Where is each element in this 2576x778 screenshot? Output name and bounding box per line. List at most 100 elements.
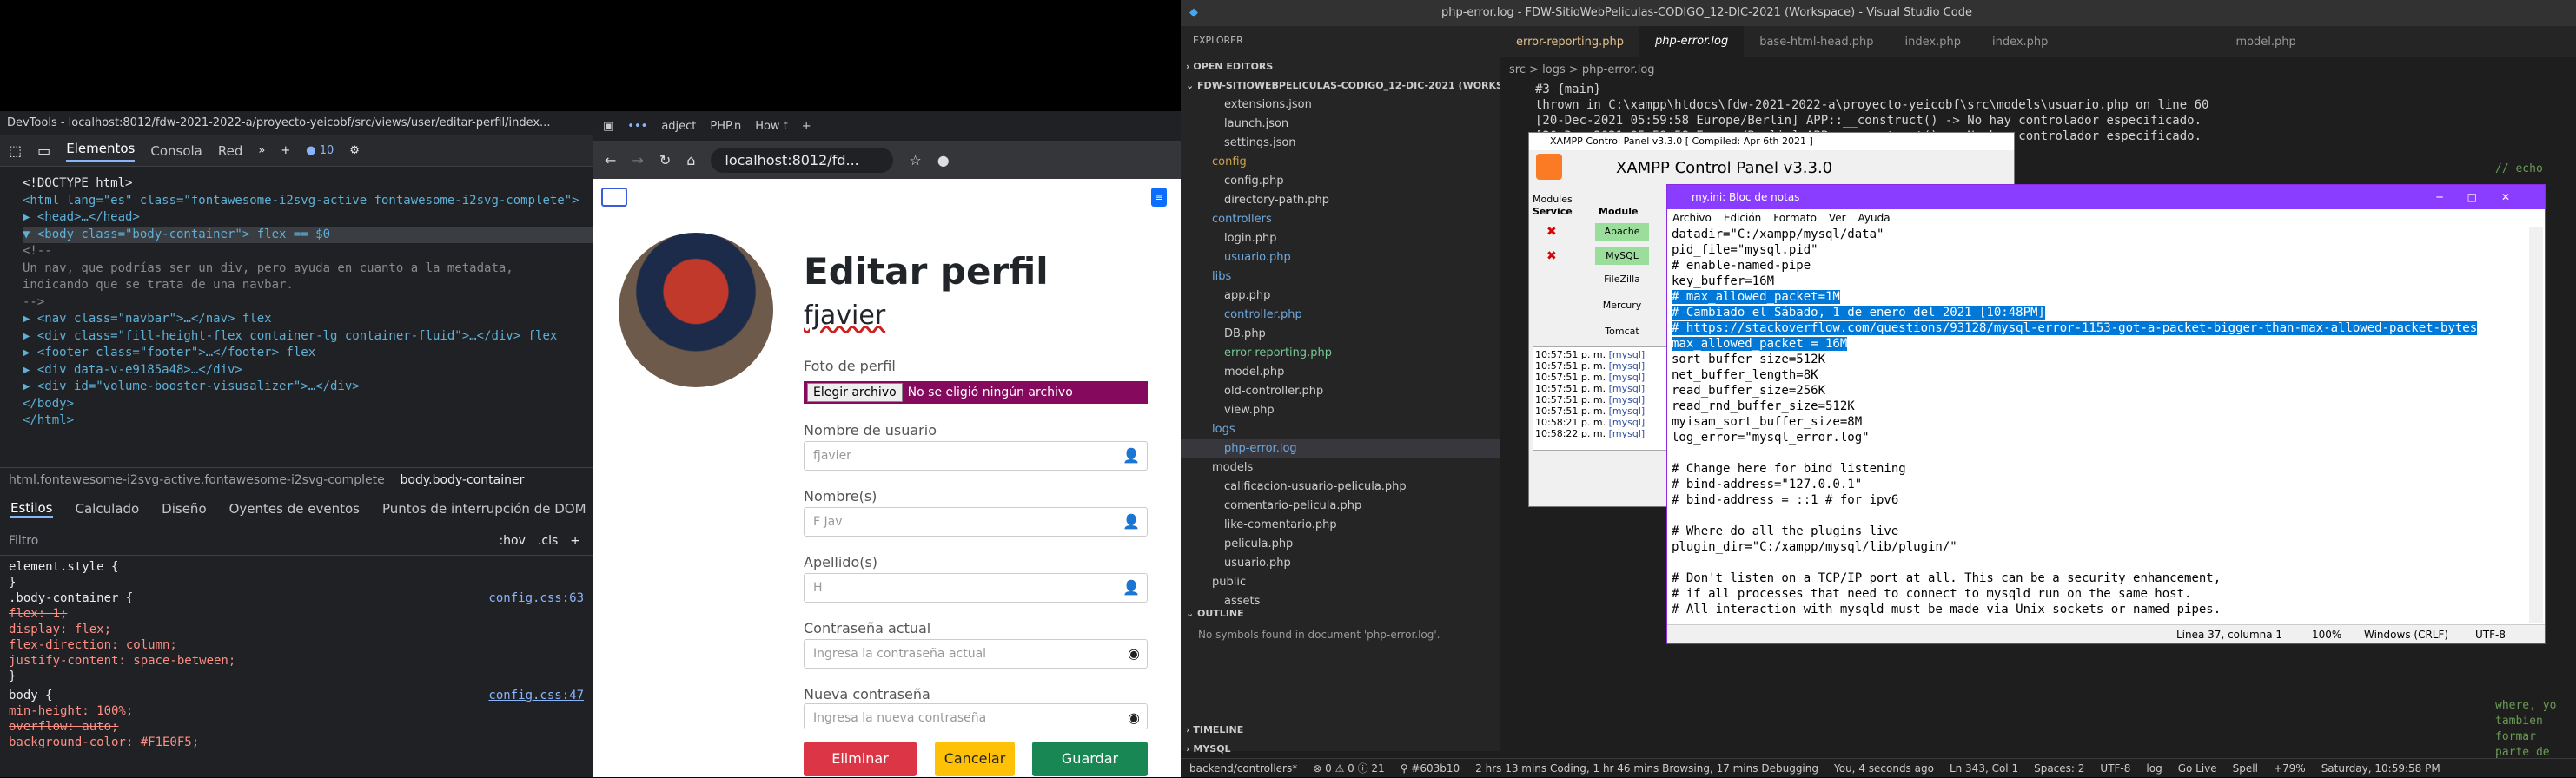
status-item[interactable]: Spell [2233,759,2258,777]
style-line[interactable]: background-color: #F1E0F5; [9,735,584,750]
notepad-text-area[interactable]: datadir="C:/xampp/mysql/data" pid_file="… [1667,227,2527,623]
dom-line[interactable]: </html> [23,412,593,430]
service-x-icon[interactable]: ✖ [1546,225,1557,239]
hov-toggle[interactable]: :hov [499,534,525,548]
new-rule-icon[interactable]: + [570,534,580,548]
menu-archivo[interactable]: Archivo [1672,209,1712,227]
new-password-input[interactable]: Ingresa la nueva contraseña ◉ [804,703,1148,729]
dom-line[interactable]: ▶ <head>…</head> [23,209,593,227]
editor-tab-active[interactable]: php-error.log [1639,26,1745,57]
current-password-input[interactable]: Ingresa la contraseña actual ◉ [804,639,1148,669]
choose-file-button[interactable]: Elegir archivo [807,383,903,402]
window-controls[interactable]: ─□✕ [2436,185,2534,209]
tree-folder[interactable]: models [1212,458,1253,478]
status-item[interactable]: 2 hrs 13 mins Coding, 1 hr 46 mins Brows… [1475,759,1818,777]
forward-icon[interactable]: → [632,152,643,168]
tab-styles[interactable]: Estilos [10,500,53,518]
mysql-section[interactable]: › MYSQL [1186,740,1231,759]
editor-tab[interactable]: model.php [2220,36,2311,49]
tree-item[interactable]: pelicula.php [1224,535,1293,554]
status-item[interactable]: ⊗ 0 ⚠ 0 ⓘ 21 [1313,759,1384,777]
hamburger-menu-icon[interactable]: ≡ [1151,188,1167,207]
tree-item[interactable]: old-controller.php [1224,382,1323,401]
dom-line-selected[interactable]: ▼ <body class="body-container"> flex == … [23,226,593,243]
editor-tab[interactable]: error-reporting.php [1500,36,1639,49]
browser-tab[interactable]: How t [755,120,788,133]
navbar-logo[interactable] [601,188,627,207]
dom-line[interactable]: ▶ <div data-v-e9185a48>…</div> [23,362,593,379]
style-line[interactable]: overflow: auto; [9,719,584,735]
browser-tab[interactable]: ••• [627,120,647,133]
style-line[interactable]: min-height: 100%; [9,703,584,719]
tab-computed[interactable]: Calculado [76,501,140,517]
inspect-icon[interactable]: ⬚ [9,142,22,159]
style-line[interactable]: display: flex; [9,622,584,637]
dom-line[interactable]: <html lang="es" class="fontawesome-i2svg… [23,193,593,210]
cancel-button[interactable]: Cancelar [935,742,1015,776]
style-source-link[interactable]: config.css:47 [488,688,584,703]
tree-folder[interactable]: public [1212,573,1246,592]
dom-line[interactable]: <!-- [23,243,593,260]
device-icon[interactable]: ▭ [37,142,50,159]
breadcrumb-html[interactable]: html.fontawesome-i2svg-active.fontawesom… [9,473,385,487]
open-editors-section[interactable]: › OPEN EDITORS [1186,57,1273,76]
dom-line[interactable]: </body> [23,396,593,413]
cls-toggle[interactable]: .cls [538,534,558,548]
tree-item[interactable]: extensions.json [1224,96,1312,115]
menu-edicion[interactable]: Edición [1724,209,1761,227]
browser-tab[interactable]: PHP.n [710,120,741,133]
tree-item-active[interactable]: php-error.log [1181,439,1500,458]
firstname-input[interactable]: F Jav 👤 [804,507,1148,537]
dom-line[interactable]: ▶ <div id="volume-booster-visusalizer">…… [23,379,593,396]
tree-item[interactable]: usuario.php [1224,554,1291,573]
tree-folder[interactable]: libs [1212,267,1231,287]
reload-icon[interactable]: ↻ [659,152,671,168]
status-item[interactable]: You, 4 seconds ago [1834,759,1934,777]
tab-elements[interactable]: Elementos [66,141,136,162]
lastname-input[interactable]: H 👤 [804,573,1148,603]
favorites-icon[interactable]: ☆ [909,152,921,168]
profile-icon[interactable]: ● [937,152,950,168]
dom-line[interactable]: <!DOCTYPE html> [23,175,593,193]
tree-item[interactable]: usuario.php [1224,248,1291,267]
tree-item[interactable]: view.php [1224,401,1275,420]
save-button[interactable]: Guardar [1032,742,1148,776]
breadcrumb-body[interactable]: body.body-container [401,473,525,487]
tree-folder[interactable]: logs [1212,420,1235,439]
status-item[interactable]: Go Live [2178,759,2217,777]
tree-item[interactable]: launch.json [1224,115,1288,134]
browser-tab[interactable]: adject [661,120,696,133]
menu-ayuda[interactable]: Ayuda [1858,209,1891,227]
tab-dom-breakpoints[interactable]: Puntos de interrupción de DOM [382,501,586,517]
tree-item[interactable]: error-reporting.php [1224,344,1332,363]
file-input[interactable]: Elegir archivo No se eligió ningún archiv… [804,381,1148,404]
tab-network[interactable]: Red [218,143,243,159]
editor-tab[interactable]: index.php [1977,36,2063,49]
status-item[interactable]: UTF-8 [2100,759,2130,777]
editor-tab[interactable]: index.php [1890,36,1977,49]
add-tab-icon[interactable]: + [281,144,290,157]
status-item[interactable]: Spaces: 2 [2034,759,2084,777]
tree-item[interactable]: DB.php [1224,325,1266,344]
dom-line[interactable]: ▶ <nav class="navbar">…</nav> flex [23,311,593,328]
username-input[interactable]: fjavier 👤 [804,441,1148,471]
eye-slash-icon[interactable]: ◉ [1128,640,1140,668]
service-x-icon[interactable]: ✖ [1546,249,1557,263]
timeline-section[interactable]: › TIMELINE [1186,721,1243,740]
new-tab-icon[interactable]: + [802,120,811,133]
tree-item[interactable]: controller.php [1224,306,1302,325]
style-line[interactable]: flex-direction: column; [9,637,584,653]
home-icon[interactable]: ⌂ [686,152,695,168]
back-icon[interactable]: ← [605,152,616,168]
sidebar-icon[interactable]: ▣ [603,120,613,133]
tree-item[interactable]: directory-path.php [1224,191,1329,210]
dom-line[interactable]: ▶ <footer class="footer">…</footer> flex [23,345,593,362]
url-field[interactable]: localhost:8012/fd... [711,147,894,173]
tab-console[interactable]: Consola [150,143,202,159]
tab-event-listeners[interactable]: Oyentes de eventos [229,501,360,517]
status-item[interactable]: log [2146,759,2162,777]
style-line[interactable]: flex: 1; [9,606,584,622]
style-line[interactable]: justify-content: space-between; [9,653,584,669]
status-item[interactable]: ⚲ #603b10 [1401,759,1460,777]
tree-folder[interactable]: controllers [1212,210,1272,229]
